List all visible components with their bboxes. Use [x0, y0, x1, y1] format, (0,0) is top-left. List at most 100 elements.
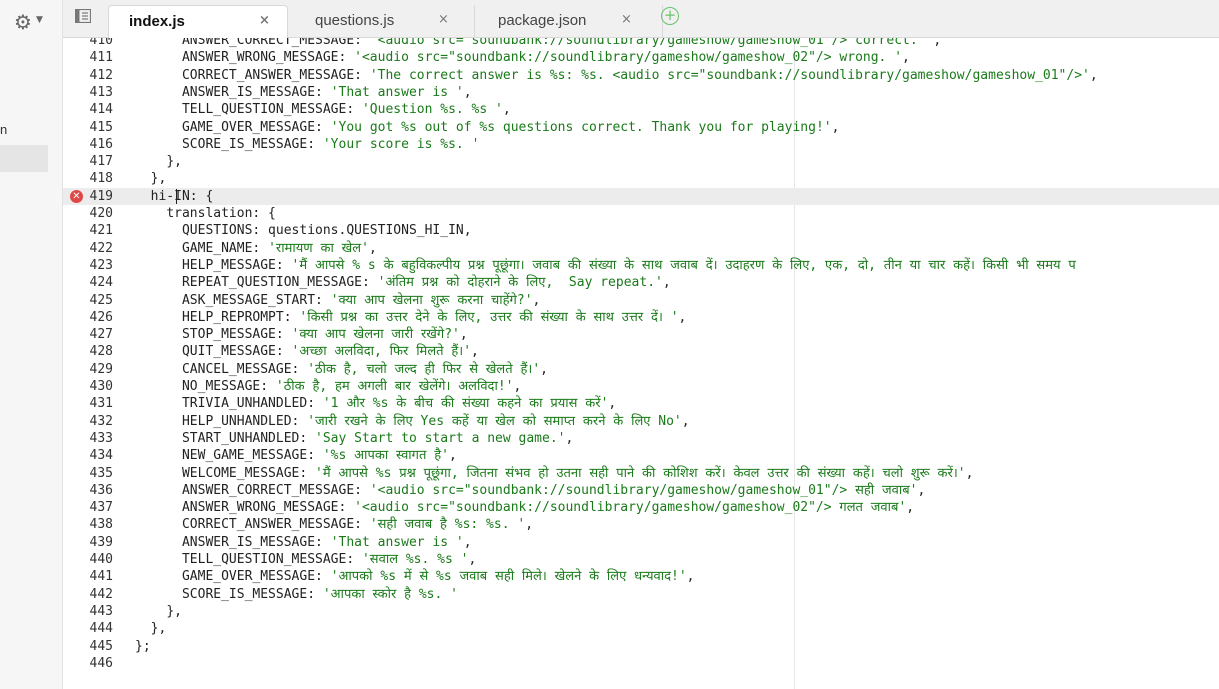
- code-line[interactable]: 440 TELL_QUESTION_MESSAGE: 'सवाल %s. %s …: [63, 551, 1219, 568]
- tab-package-json[interactable]: package.json ×: [478, 5, 663, 38]
- code-line[interactable]: 435 WELCOME_MESSAGE: 'मैं आपसे %s प्रश्न…: [63, 465, 1219, 482]
- code-text: TRIVIA_UNHANDLED: '1 और %s के बीच की संख…: [135, 395, 616, 412]
- code-line[interactable]: 410 ANSWER_CORRECT_MESSAGE: '<audio src=…: [63, 38, 1219, 49]
- code-punct: ,: [502, 102, 511, 118]
- code-key: };: [135, 638, 151, 654]
- close-icon[interactable]: ×: [621, 12, 632, 27]
- code-line[interactable]: 434 NEW_GAME_MESSAGE: '%s आपका स्वागत है…: [63, 447, 1219, 464]
- line-number: 413: [89, 84, 113, 100]
- code-line[interactable]: 437 ANSWER_WRONG_MESSAGE: '<audio src="s…: [63, 499, 1219, 516]
- code-key: WELCOME_MESSAGE:: [181, 465, 316, 481]
- code-string: '1 और %s के बीच की संख्या कहने का प्रयास…: [322, 396, 609, 412]
- code-key: START_UNHANDLED:: [181, 430, 316, 446]
- code-key: },: [166, 154, 182, 170]
- code-line[interactable]: 444 },: [63, 620, 1219, 637]
- code-key: ANSWER_IS_MESSAGE:: [181, 534, 331, 550]
- code-line[interactable]: 425 ASK_MESSAGE_START: 'क्या आप खेलना शु…: [63, 292, 1219, 309]
- code-line[interactable]: 414 TELL_QUESTION_MESSAGE: 'Question %s.…: [63, 101, 1219, 118]
- add-tab-button[interactable]: +: [661, 7, 679, 25]
- code-punct: ,: [513, 379, 522, 394]
- line-number: 426: [89, 309, 113, 325]
- list-icon[interactable]: [75, 9, 91, 23]
- line-number: 440: [89, 552, 113, 567]
- code-line[interactable]: 432 HELP_UNHANDLED: 'जारी रखने के लिए Ye…: [63, 413, 1219, 430]
- code-key: ANSWER_WRONG_MESSAGE:: [181, 500, 355, 516]
- code-key: ANSWER_WRONG_MESSAGE:: [181, 50, 355, 66]
- line-number: 416: [89, 136, 113, 152]
- code-line[interactable]: 423 HELP_MESSAGE: 'मैं आपसे % s के बहुवि…: [63, 257, 1219, 274]
- code-line[interactable]: 418 },: [63, 170, 1219, 187]
- code-text: },: [135, 153, 182, 170]
- gear-icon[interactable]: ⚙: [14, 10, 32, 34]
- code-line[interactable]: 433 START_UNHANDLED: 'Say Start to start…: [63, 430, 1219, 447]
- code-editor[interactable]: 410 ANSWER_CORRECT_MESSAGE: '<audio src=…: [63, 38, 1219, 689]
- code-line[interactable]: 429 CANCEL_MESSAGE: 'ठीक है, चलो जल्द ही…: [63, 361, 1219, 378]
- code-string: '%s आपका स्वागत है': [322, 448, 449, 464]
- code-line[interactable]: 415 GAME_OVER_MESSAGE: 'You got %s out o…: [63, 119, 1219, 136]
- code-line[interactable]: 430 NO_MESSAGE: 'ठीक है, हम अगली बार खेल…: [63, 378, 1219, 395]
- line-number: 437: [89, 500, 113, 516]
- code-line[interactable]: 443 },: [63, 603, 1219, 620]
- line-number: 425: [89, 292, 113, 308]
- code-line[interactable]: 420 translation: {: [63, 205, 1219, 222]
- code-line[interactable]: 439 ANSWER_IS_MESSAGE: 'That answer is '…: [63, 534, 1219, 551]
- code-line[interactable]: 446: [63, 655, 1219, 672]
- code-line[interactable]: 442 SCORE_IS_MESSAGE: 'आपका स्कोर है %s.…: [63, 586, 1219, 603]
- code-line[interactable]: 431 TRIVIA_UNHANDLED: '1 और %s के बीच की…: [63, 395, 1219, 412]
- sidebar-selected-item[interactable]: [0, 145, 48, 172]
- code-line[interactable]: 426 HELP_REPROMPT: 'किसी प्रश्न का उत्तर…: [63, 309, 1219, 326]
- code-string: 'सवाल %s. %s ': [361, 552, 469, 567]
- code-text: ANSWER_IS_MESSAGE: 'That answer is ',: [135, 84, 472, 101]
- code-string: 'क्या आप खेलना जारी रखेंगे?': [291, 327, 460, 343]
- code-line[interactable]: 416 SCORE_IS_MESSAGE: 'Your score is %s.…: [63, 136, 1219, 153]
- code-text: NO_MESSAGE: 'ठीक है, हम अगली बार खेलेंगे…: [135, 378, 521, 395]
- close-icon[interactable]: ×: [259, 13, 270, 28]
- code-line[interactable]: 424 REPEAT_QUESTION_MESSAGE: 'अंतिम प्रश…: [63, 274, 1219, 291]
- code-key: GAME_OVER_MESSAGE:: [181, 569, 331, 585]
- code-text: START_UNHANDLED: 'Say Start to start a n…: [135, 430, 573, 447]
- code-key: },: [166, 603, 182, 619]
- line-number: 421: [89, 223, 113, 239]
- code-string: 'ठीक है, हम अगली बार खेलेंगे। अलविदा!': [275, 379, 514, 394]
- code-string: '<audio src="soundbank://soundlibrary/ga…: [369, 38, 934, 48]
- code-line[interactable]: 445};: [63, 638, 1219, 655]
- code-punct: ,: [608, 396, 617, 412]
- line-number: 414: [89, 102, 113, 118]
- code-text: CORRECT_ANSWER_MESSAGE: 'The correct ans…: [135, 67, 1098, 84]
- code-line[interactable]: 422 GAME_NAME: 'रामायण का खेल',: [63, 240, 1219, 257]
- code-line[interactable]: 438 CORRECT_ANSWER_MESSAGE: 'सही जवाब है…: [63, 516, 1219, 533]
- code-line[interactable]: 428 QUIT_MESSAGE: 'अच्छा अलविदा, फिर मिल…: [63, 343, 1219, 360]
- code-string: 'Your score is %s. ': [322, 136, 480, 152]
- code-line[interactable]: 441 GAME_OVER_MESSAGE: 'आपको %s में से %…: [63, 568, 1219, 585]
- line-number: 415: [89, 119, 113, 135]
- code-line[interactable]: 413 ANSWER_IS_MESSAGE: 'That answer is '…: [63, 84, 1219, 101]
- code-line[interactable]: ✕ 419 hi-IN: {: [63, 187, 1219, 205]
- code-text: hi-IN: {: [135, 188, 214, 205]
- tab-label: questions.js: [315, 12, 395, 29]
- code-line[interactable]: 436 ANSWER_CORRECT_MESSAGE: '<audio src=…: [63, 482, 1219, 499]
- code-punct: ,: [540, 361, 548, 377]
- code-line[interactable]: 417 },: [63, 153, 1219, 170]
- code-line[interactable]: 427 STOP_MESSAGE: 'क्या आप खेलना जारी रख…: [63, 326, 1219, 343]
- code-line[interactable]: 411 ANSWER_WRONG_MESSAGE: '<audio src="s…: [63, 49, 1219, 66]
- tab-index-js[interactable]: index.js ×: [108, 5, 288, 38]
- tab-label: package.json: [498, 12, 587, 29]
- line-number: 445: [89, 638, 113, 654]
- code-line[interactable]: 412 CORRECT_ANSWER_MESSAGE: 'The correct…: [63, 67, 1219, 84]
- chevron-down-icon[interactable]: ▼: [36, 15, 43, 25]
- code-punct: ,: [965, 465, 974, 481]
- code-text: TELL_QUESTION_MESSAGE: 'सवाल %s. %s ',: [135, 551, 476, 568]
- code-string: 'क्या आप खेलना शुरू करना चाहेंगे?': [330, 292, 533, 308]
- line-number: 444: [89, 621, 113, 637]
- code-text: },: [135, 170, 167, 187]
- code-punct: ,: [525, 517, 534, 533]
- code-line[interactable]: 421 QUESTIONS: questions.QUESTIONS_HI_IN…: [63, 222, 1219, 239]
- close-icon[interactable]: ×: [438, 12, 449, 27]
- tab-questions-js[interactable]: questions.js ×: [295, 5, 475, 38]
- line-number: 432: [89, 413, 113, 429]
- code-key: REPEAT_QUESTION_MESSAGE:: [181, 275, 378, 291]
